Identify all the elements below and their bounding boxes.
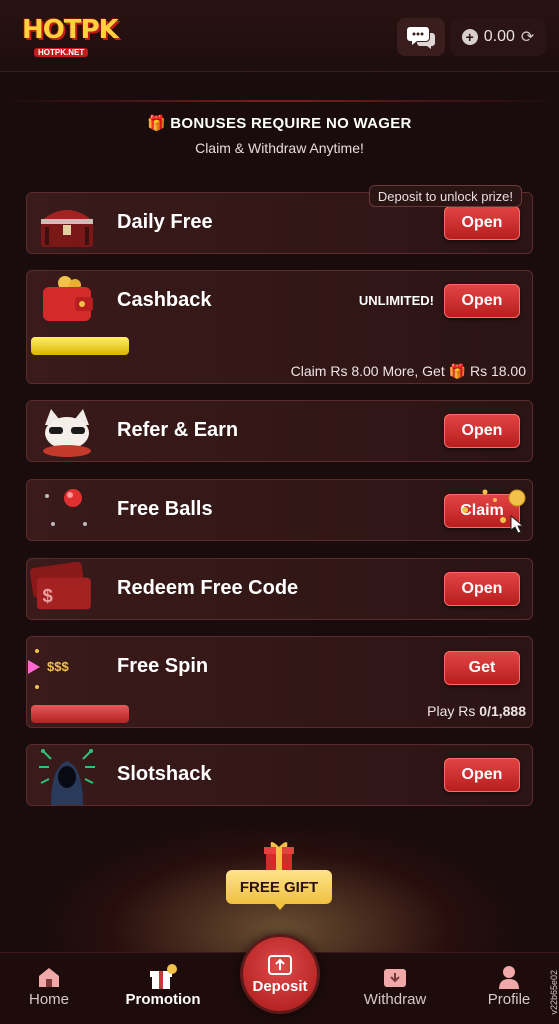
gift-icon: 🎁 xyxy=(448,363,467,379)
unlimited-badge: UNLIMITED! xyxy=(358,293,434,308)
nav-home-label: Home xyxy=(28,991,69,1008)
free-spin-footer: Play Rs 0/1,888 xyxy=(427,703,526,719)
hotpk-logo[interactable]: HOTPK HOTPK.NET xyxy=(22,15,119,58)
banner-divider xyxy=(0,100,559,102)
profile-icon xyxy=(499,966,519,989)
coin-sparkle-icon xyxy=(462,489,526,534)
ball-icon xyxy=(45,489,87,526)
deposit-button[interactable]: Deposit xyxy=(240,934,320,1014)
nav-home[interactable]: Home xyxy=(4,963,94,1008)
cat-icon xyxy=(43,409,91,457)
card-redeem-code: $ Redeem Free Code Open xyxy=(26,558,533,620)
spin-label-thumb: $$$ xyxy=(27,647,105,689)
ticket-icon: $ xyxy=(30,561,91,610)
card-title-daily-free: Daily Free xyxy=(117,211,213,233)
spin-dollar-label: $$$ xyxy=(47,659,69,674)
hacker-icon xyxy=(39,749,95,805)
promotion-gift-icon xyxy=(150,964,177,989)
card-refer-earn: Refer & Earn Open xyxy=(26,400,533,462)
logo-text: HOTPK xyxy=(22,15,119,45)
deposit-icon xyxy=(268,954,292,975)
gift-icon: 🎁 xyxy=(147,115,167,132)
free-gift-button[interactable]: FREE GIFT xyxy=(226,870,332,904)
nav-profile[interactable]: Profile xyxy=(464,963,554,1008)
card-title-free-spin: Free Spin xyxy=(117,655,209,677)
svg-text:$: $ xyxy=(43,585,54,606)
chat-button[interactable] xyxy=(397,18,445,56)
banner-subtitle: Claim & Withdraw Anytime! xyxy=(195,140,364,156)
free-spin-get-button[interactable]: Get xyxy=(444,651,520,685)
cashback-progress-bar xyxy=(31,337,129,355)
card-free-balls: Free Balls Claim xyxy=(26,479,533,541)
free-spin-progress-bar xyxy=(31,705,129,723)
nav-profile-label: Profile xyxy=(487,991,531,1008)
version-label: v22b65e02 xyxy=(549,970,559,1015)
cashback-open-button[interactable]: Open xyxy=(444,284,520,318)
card-title-free-balls: Free Balls xyxy=(117,498,213,520)
card-free-spin: $$$ Free Spin Get Play Rs 0/1,888 xyxy=(26,636,533,728)
plus-icon[interactable]: + xyxy=(461,29,478,45)
slotshack-open-button[interactable]: Open xyxy=(444,758,520,792)
wallet-icon xyxy=(43,276,93,321)
top-header: HOTPK HOTPK.NET + 0.00 ⟳ xyxy=(0,0,559,72)
home-icon xyxy=(39,968,59,987)
balance-amount: 0.00 xyxy=(483,28,515,45)
card-title-redeem: Redeem Free Code xyxy=(117,577,299,599)
free-gift-pointer xyxy=(273,902,287,910)
balance-display[interactable]: + 0.00 ⟳ xyxy=(450,18,546,56)
card-title-slotshack: Slotshack xyxy=(117,763,212,785)
daily-free-open-button[interactable]: Open xyxy=(444,206,520,240)
refer-open-button[interactable]: Open xyxy=(444,414,520,448)
nav-promotion-label: Promotion xyxy=(125,991,201,1008)
card-daily-free: Daily Free Open Deposit to unlock prize! xyxy=(26,185,533,254)
chat-icon xyxy=(407,27,435,49)
bonus-banner: 🎁 BONUSES REQUIRE NO WAGER Claim & Withdr… xyxy=(0,100,559,170)
cashback-footer: Claim Rs 8.00 More, Get 🎁 Rs 18.00 xyxy=(290,363,526,379)
refresh-icon[interactable]: ⟳ xyxy=(521,27,534,47)
nav-withdraw-label: Withdraw xyxy=(363,991,427,1008)
card-title-refer-earn: Refer & Earn xyxy=(117,419,239,441)
logo-subtext: HOTPK.NET xyxy=(34,48,89,57)
gift-box-icon xyxy=(264,842,294,870)
treasure-chest-icon xyxy=(41,210,93,247)
deposit-label: Deposit xyxy=(252,977,308,995)
deposit-unlock-tag: Deposit to unlock prize! xyxy=(368,185,522,207)
card-cashback: Cashback UNLIMITED! Open Claim Rs 8.00 M… xyxy=(26,270,533,384)
card-title-cashback: Cashback xyxy=(117,289,212,311)
withdraw-icon xyxy=(384,969,406,987)
banner-title: 🎁 BONUSES REQUIRE NO WAGER xyxy=(147,115,412,132)
nav-withdraw[interactable]: Withdraw xyxy=(350,963,440,1008)
nav-promotion[interactable]: Promotion xyxy=(118,963,208,1008)
redeem-open-button[interactable]: Open xyxy=(444,572,520,606)
card-slotshack: Slotshack Open xyxy=(26,744,533,806)
